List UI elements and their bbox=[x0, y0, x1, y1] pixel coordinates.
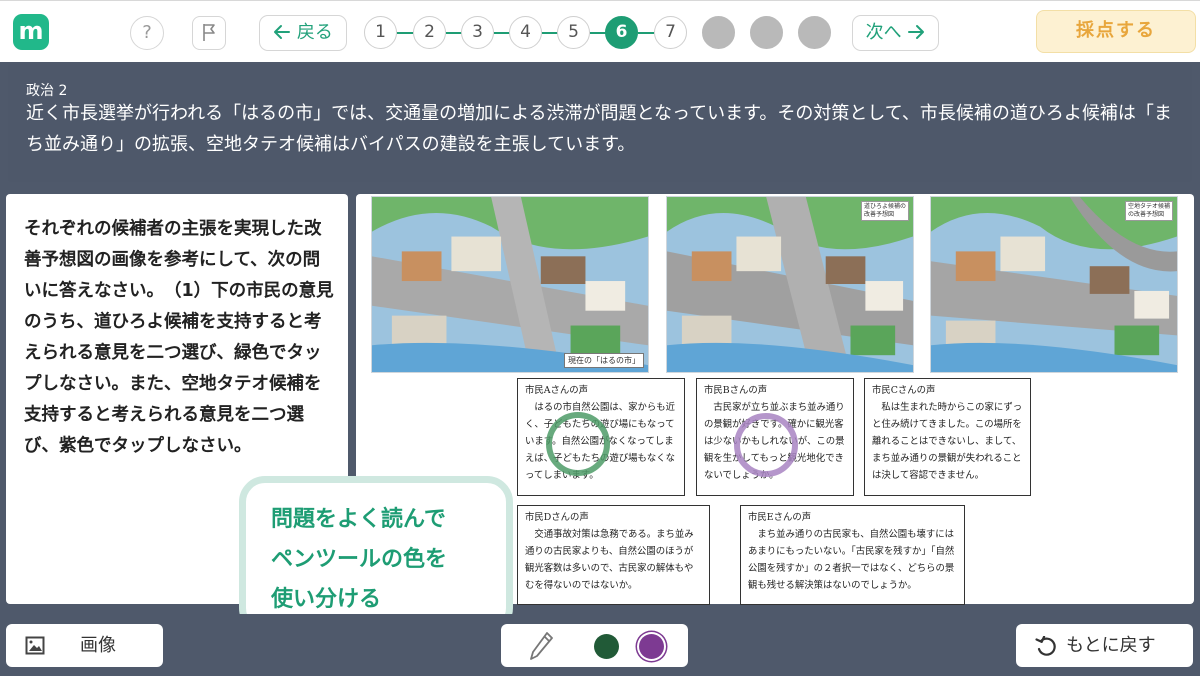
flag-icon bbox=[203, 24, 215, 41]
step-connector bbox=[397, 32, 413, 34]
sorachi-plan-badge: 空地タテオ候補の改善予想図 bbox=[1125, 201, 1173, 221]
next-button[interactable]: 次へ bbox=[852, 15, 939, 51]
michi-plan-illustration[interactable]: 道ひろよ候補の改善予想図 bbox=[666, 196, 914, 373]
opinion-a-title: 市民Aさんの声 bbox=[525, 385, 589, 396]
opinion-d-body: 交通事故対策は急務である。まち並み通りの古民家よりも、自然公園のほうが観光客数は… bbox=[525, 529, 694, 591]
green-pen-mark bbox=[546, 412, 610, 476]
opinion-b-title: 市民Bさんの声 bbox=[704, 385, 768, 396]
flag-button[interactable] bbox=[192, 16, 226, 50]
opinion-card-d[interactable]: 市民Dさんの声 交通事故対策は急務である。まち並み通りの古民家よりも、自然公園の… bbox=[517, 505, 710, 605]
opinion-d-title: 市民Dさんの声 bbox=[525, 512, 589, 523]
opinion-e-body: まち並み通りの古民家も、自然公園も壊すにはあまりにもったいない。「古民家を残すか… bbox=[748, 529, 955, 591]
green-pen-swatch[interactable] bbox=[594, 634, 619, 659]
step-connector bbox=[494, 32, 510, 34]
undo-button[interactable]: もとに戻す bbox=[1016, 624, 1193, 667]
top-toolbar: m ? 戻る 1 2 3 4 5 6 7 次へ 採点する bbox=[0, 0, 1200, 62]
back-button[interactable]: 戻る bbox=[259, 15, 347, 51]
tip-line-1: 問題をよく読んで bbox=[271, 507, 446, 532]
step-locked bbox=[798, 16, 831, 49]
sorachi-plan-illustration[interactable]: 空地タテオ候補の改善予想図 bbox=[930, 196, 1178, 373]
step-connector bbox=[446, 32, 462, 34]
step-connector bbox=[638, 32, 654, 34]
app-logo: m bbox=[13, 14, 49, 50]
purple-pen-mark bbox=[734, 413, 798, 477]
opinion-card-c[interactable]: 市民Cさんの声 私は生まれた時からこの家にずっと住み続けてきました。この場所を離… bbox=[864, 378, 1031, 496]
current-city-caption: 現在の「はるの市」 bbox=[564, 353, 644, 368]
step-1[interactable]: 1 bbox=[364, 16, 397, 49]
pen-icon[interactable] bbox=[528, 631, 554, 661]
instruction-text: それぞれの候補者の主張を実現した改善予想図の画像を参考にして、次の問いに答えなさ… bbox=[24, 219, 334, 456]
step-2[interactable]: 2 bbox=[413, 16, 446, 49]
grade-button[interactable]: 採点する bbox=[1036, 10, 1196, 53]
help-icon: ? bbox=[142, 22, 152, 43]
current-city-illustration[interactable]: 現在の「はるの市」 bbox=[371, 196, 649, 373]
image-button[interactable]: 画像 bbox=[6, 624, 163, 667]
tip-line-2: ペンツールの色を bbox=[271, 547, 448, 572]
image-button-label: 画像 bbox=[80, 635, 116, 656]
question-label: 政治 2 bbox=[26, 83, 68, 99]
undo-icon bbox=[1035, 636, 1056, 656]
purple-pen-swatch[interactable] bbox=[639, 634, 664, 659]
arrow-right-icon bbox=[908, 24, 925, 39]
opinion-e-title: 市民Eさんの声 bbox=[748, 512, 812, 523]
image-icon bbox=[25, 636, 45, 655]
next-label: 次へ bbox=[865, 22, 902, 43]
back-label: 戻る bbox=[296, 22, 333, 43]
undo-label: もとに戻す bbox=[1066, 635, 1156, 656]
step-4[interactable]: 4 bbox=[509, 16, 542, 49]
question-text: 近く市長選挙が行われる「はるの市」では、交通量の増加による渋滞が問題となっていま… bbox=[26, 103, 1172, 155]
step-6-current[interactable]: 6 bbox=[605, 16, 638, 49]
opinion-card-e[interactable]: 市民Eさんの声 まち並み通りの古民家も、自然公園も壊すにはあまりにもったいない。… bbox=[740, 505, 965, 605]
step-locked bbox=[750, 16, 783, 49]
opinion-c-title: 市民Cさんの声 bbox=[872, 385, 936, 396]
step-connector bbox=[590, 32, 606, 34]
opinion-c-body: 私は生まれた時からこの家にずっと住み続けてきました。この場所を離れることはできな… bbox=[872, 402, 1023, 481]
help-button[interactable]: ? bbox=[130, 16, 164, 50]
michi-plan-badge: 道ひろよ候補の改善予想図 bbox=[861, 201, 909, 221]
tip-bubble: 問題をよく読んで ペンツールの色を 使い分ける bbox=[239, 476, 513, 634]
step-5[interactable]: 5 bbox=[557, 16, 590, 49]
step-3[interactable]: 3 bbox=[461, 16, 494, 49]
arrow-left-icon bbox=[274, 24, 291, 39]
step-locked bbox=[702, 16, 735, 49]
step-7[interactable]: 7 bbox=[654, 16, 687, 49]
step-connector bbox=[542, 32, 558, 34]
